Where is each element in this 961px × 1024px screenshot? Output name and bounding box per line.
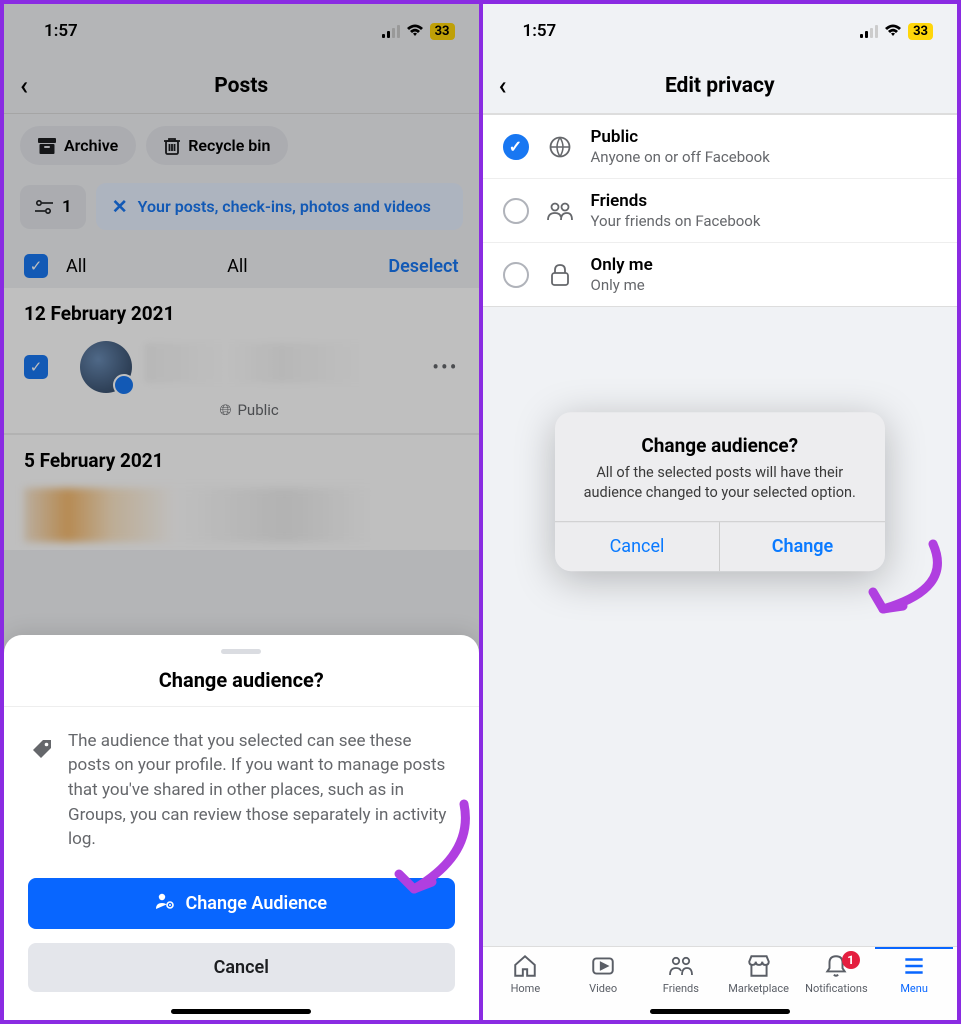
status-bar: 1:57 33	[4, 4, 479, 58]
tag-icon	[25, 738, 53, 760]
globe-icon: 🌐︎	[219, 401, 231, 419]
sheet-title: Change audience?	[28, 668, 455, 692]
more-icon[interactable]: •••	[432, 341, 458, 379]
status-time: 1:57	[44, 21, 78, 41]
dialog-message: All of the selected posts will have thei…	[577, 463, 863, 504]
screenshot-pair: 1:57 33 ‹ Posts Archive	[0, 0, 961, 1024]
phone-left: 1:57 33 ‹ Posts Archive	[4, 4, 479, 1020]
radio-unchecked[interactable]	[503, 262, 529, 288]
battery-badge: 33	[430, 23, 455, 40]
post-checkbox[interactable]: ✓	[24, 355, 48, 379]
dialog-cancel-button[interactable]: Cancel	[555, 522, 721, 571]
sheet-handle[interactable]	[221, 649, 261, 654]
tab-marketplace[interactable]: Marketplace	[720, 953, 798, 1006]
redacted-name	[144, 343, 418, 383]
signal-icon	[860, 25, 878, 38]
select-all-checkbox[interactable]: ✓	[24, 254, 48, 278]
tab-notifications[interactable]: 1 Notifications	[798, 953, 876, 1006]
change-audience-sheet: Change audience? The audience that you s…	[4, 635, 479, 1020]
post-item[interactable]	[4, 480, 479, 550]
post-item[interactable]: ✓ 🌐︎ Public •••	[4, 333, 479, 434]
dialog-change-button[interactable]: Change	[720, 522, 885, 571]
battery-badge: 33	[908, 23, 933, 40]
status-time: 1:57	[523, 21, 557, 41]
friends-icon	[545, 201, 575, 221]
avatar	[80, 341, 132, 393]
dialog-title: Change audience?	[577, 434, 863, 457]
lock-icon	[545, 263, 575, 287]
option-only-me[interactable]: Only me Only me	[483, 243, 958, 306]
deselect-link[interactable]: Deselect	[388, 256, 458, 277]
tab-video[interactable]: Video	[564, 953, 642, 1006]
redacted-content	[24, 488, 459, 542]
tab-friends[interactable]: Friends	[642, 953, 720, 1006]
phone-right: 1:57 33 ‹ Edit privacy Public Any	[483, 4, 958, 1020]
back-button[interactable]: ‹	[20, 71, 28, 101]
status-bar: 1:57 33	[483, 4, 958, 58]
date-header: 12 February 2021	[4, 288, 479, 333]
notification-badge: 1	[842, 951, 860, 969]
option-public[interactable]: Public Anyone on or off Facebook	[483, 115, 958, 179]
wifi-icon	[884, 22, 902, 41]
home-indicator[interactable]	[171, 1009, 311, 1014]
page-header: ‹ Edit privacy	[483, 58, 958, 114]
select-row: ✓ All All Deselect	[4, 244, 479, 288]
archive-chip[interactable]: Archive	[20, 126, 136, 165]
globe-icon	[545, 135, 575, 159]
person-gear-icon	[155, 892, 175, 915]
radio-unchecked[interactable]	[503, 198, 529, 224]
home-indicator[interactable]	[650, 1009, 790, 1014]
confirm-dialog: Change audience? All of the selected pos…	[555, 412, 885, 572]
cancel-button[interactable]: Cancel	[28, 943, 455, 992]
filter-count[interactable]: 1	[20, 185, 86, 229]
signal-icon	[382, 25, 400, 38]
option-friends[interactable]: Friends Your friends on Facebook	[483, 179, 958, 243]
page-header: ‹ Posts	[4, 58, 479, 114]
sheet-description: The audience that you selected can see t…	[68, 729, 455, 852]
post-privacy: 🌐︎ Public	[80, 393, 418, 419]
recycle-chip[interactable]: Recycle bin	[146, 126, 288, 165]
close-x-icon[interactable]: ✕	[112, 195, 128, 218]
tab-home[interactable]: Home	[487, 953, 565, 1006]
change-audience-button[interactable]: Change Audience	[28, 878, 455, 929]
tab-menu[interactable]: Menu	[875, 947, 953, 1006]
privacy-options: Public Anyone on or off Facebook Friends…	[483, 114, 958, 307]
radio-checked[interactable]	[503, 134, 529, 160]
page-title: Edit privacy	[483, 74, 958, 98]
wifi-icon	[406, 22, 424, 41]
filter-message[interactable]: ✕ Your posts, check-ins, photos and vide…	[96, 183, 463, 230]
back-button[interactable]: ‹	[499, 71, 507, 101]
page-title: Posts	[4, 74, 479, 98]
date-header: 5 February 2021	[4, 434, 479, 480]
